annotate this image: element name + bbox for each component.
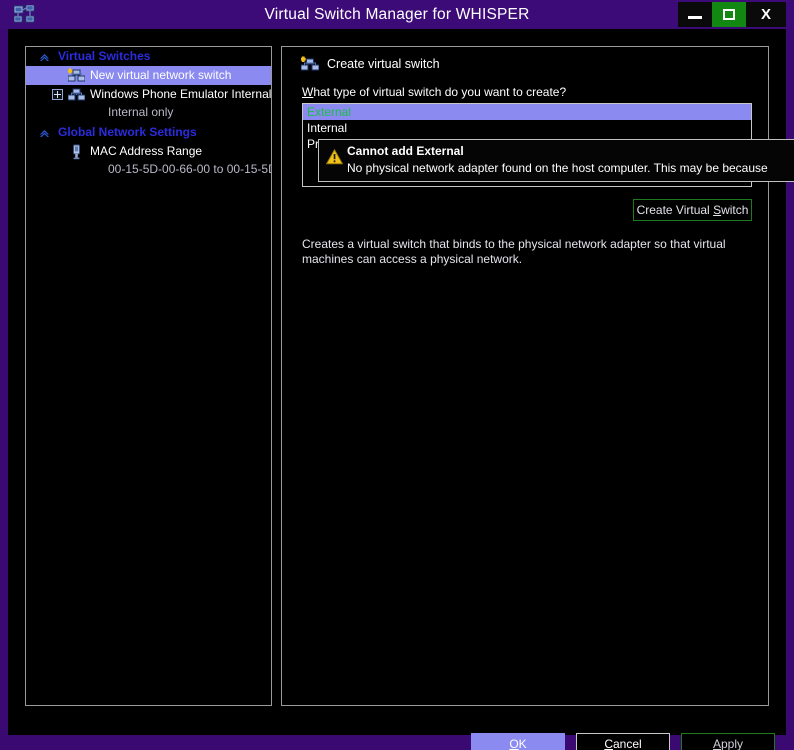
navigation-tree[interactable]: Virtual Switches New virtual network swi…	[25, 46, 272, 706]
virtual-switch-manager-window: Virtual Switch Manager for WHISPER X Vir…	[0, 0, 794, 750]
warning-icon	[325, 148, 344, 165]
question-rest: hat type of virtual switch do you want t…	[313, 85, 567, 99]
tree-item-new-virtual-network-switch[interactable]: New virtual network switch	[26, 66, 271, 85]
button-label-suffix: K	[518, 737, 527, 750]
accelerator-char: C	[604, 737, 613, 750]
chevron-up-icon	[38, 50, 51, 63]
button-label-suffix: ancel	[612, 737, 642, 750]
tooltip-body: No physical network adapter found on the…	[347, 161, 768, 175]
tree-section-virtual-switches[interactable]: Virtual Switches	[26, 47, 271, 66]
cannot-add-external-tooltip: Cannot add External No physical network …	[318, 139, 794, 182]
new-virtual-switch-icon	[300, 56, 320, 73]
button-label-suffix: witch	[721, 203, 749, 217]
tooltip-title: Cannot add External	[347, 144, 464, 158]
listbox-option-internal[interactable]: Internal	[303, 120, 751, 136]
button-label-prefix: Create Virtual	[636, 203, 714, 217]
close-button[interactable]: X	[746, 2, 786, 27]
switch-type-description: Creates a virtual switch that binds to t…	[302, 237, 726, 266]
accelerator-char: A	[712, 737, 721, 750]
window-title: Virtual Switch Manager for WHISPER	[264, 6, 530, 23]
accelerator-char: O	[509, 737, 519, 750]
tree-item-label: Windows Phone Emulator Internal ...	[90, 87, 271, 101]
ok-button[interactable]: OK	[471, 733, 565, 750]
tree-item-label: MAC Address Range	[90, 144, 203, 158]
tree-item-sublabel: Internal only	[108, 105, 174, 119]
accelerator-char: W	[302, 85, 314, 99]
tree-item-mac-address-range[interactable]: MAC Address Range	[26, 142, 271, 161]
button-label-suffix: pply	[721, 737, 744, 750]
apply-button[interactable]: Apply	[681, 733, 775, 750]
create-virtual-switch-button[interactable]: Create Virtual Switch	[633, 199, 752, 221]
tree-section-label: Virtual Switches	[58, 49, 151, 63]
chevron-up-icon	[38, 126, 51, 139]
minimize-icon	[678, 2, 712, 27]
tree-item-label: New virtual network switch	[90, 68, 232, 82]
minimize-button[interactable]	[678, 2, 712, 27]
switch-type-question: What type of virtual switch do you want …	[302, 85, 566, 99]
mac-address-icon	[68, 144, 85, 160]
expand-plus-icon[interactable]	[52, 89, 63, 100]
tree-section-global-network-settings[interactable]: Global Network Settings	[26, 123, 271, 142]
maximize-icon	[712, 2, 746, 27]
maximize-button[interactable]	[712, 2, 746, 27]
window-titlebar[interactable]: Virtual Switch Manager for WHISPER X	[0, 0, 794, 29]
listbox-option-external[interactable]: External	[303, 104, 751, 120]
accelerator-char: S	[713, 203, 722, 217]
detail-title-label: Create virtual switch	[327, 57, 440, 71]
detail-panel-title: Create virtual switch	[300, 55, 440, 73]
virtual-switch-icon	[67, 87, 86, 103]
dialog-client-area: Virtual Switches New virtual network swi…	[8, 29, 786, 750]
tree-section-label: Global Network Settings	[58, 125, 197, 139]
tree-item-windows-phone-emulator-internal[interactable]: Windows Phone Emulator Internal ...	[26, 85, 271, 104]
tree-item-sublabel: 00-15-5D-00-66-00 to 00-15-5D-0...	[108, 162, 271, 176]
cancel-button[interactable]: Cancel	[576, 733, 670, 750]
close-icon: X	[760, 6, 771, 23]
new-virtual-switch-icon	[67, 68, 86, 84]
